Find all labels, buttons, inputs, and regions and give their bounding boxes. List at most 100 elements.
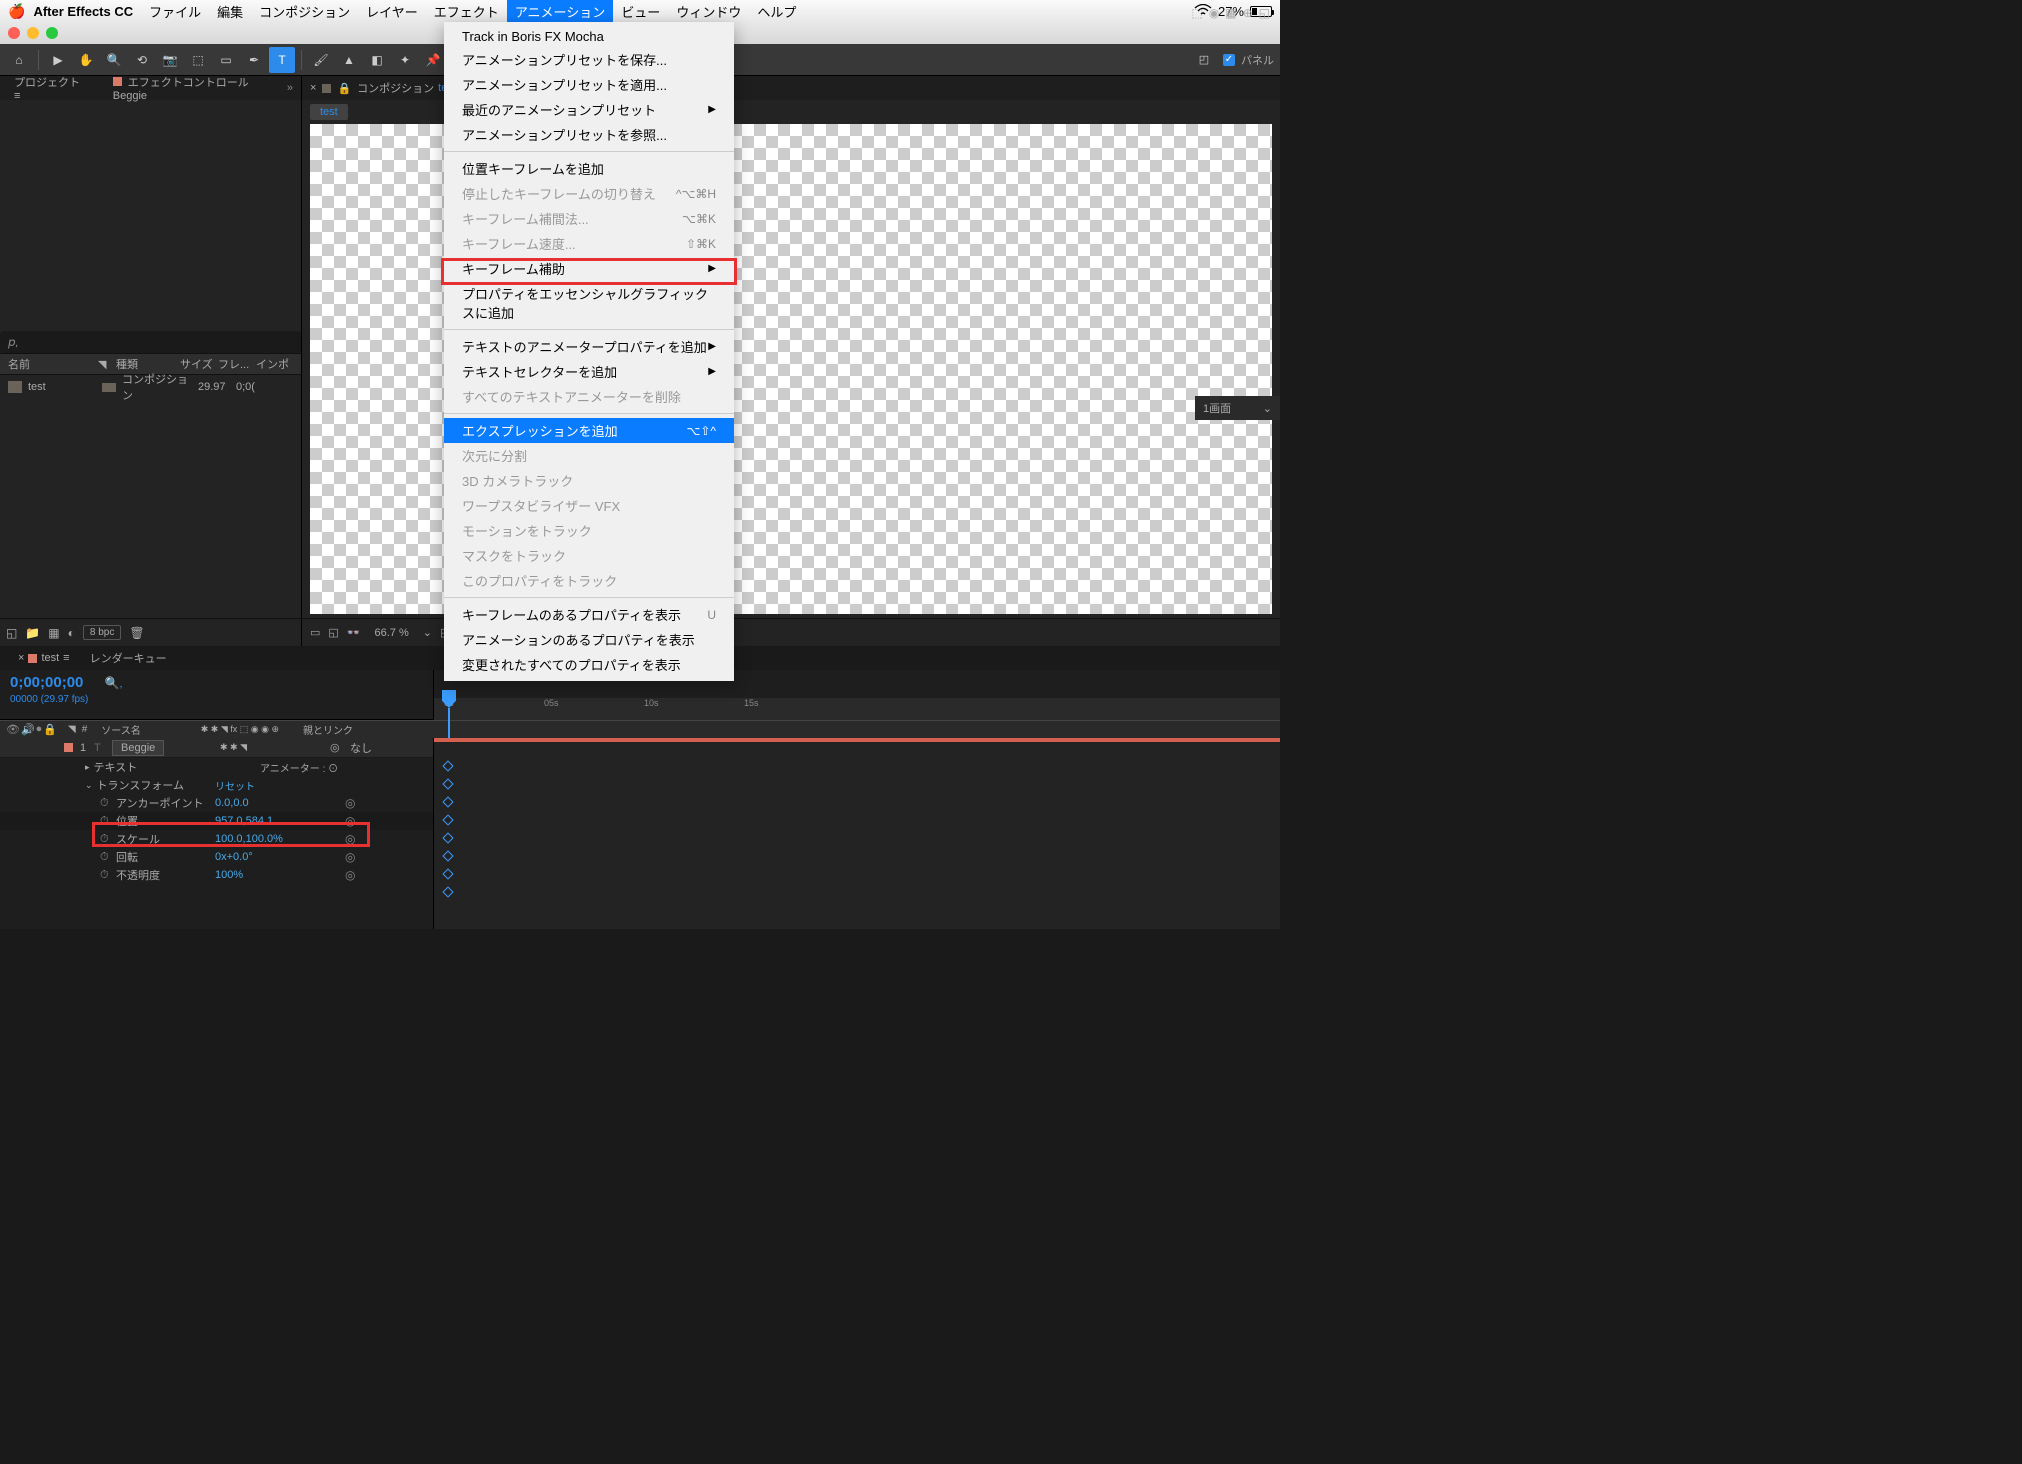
reset-button[interactable]: リセット [215,778,255,793]
minimize-button[interactable] [27,27,39,39]
tl-btn-3[interactable]: ▦ [1225,6,1236,20]
stopwatch-icon[interactable]: ⏱ [100,869,109,882]
viewer-icon-2[interactable]: ◱ [328,626,338,639]
zoom-level[interactable]: 66.7 % [369,625,415,641]
keyframe-marker[interactable] [442,778,453,789]
tl-btn-5[interactable]: ◱ [1259,6,1270,20]
pan-behind-tool-icon[interactable]: ⬚ [185,47,211,73]
dropdown-item[interactable]: Track in Boris FX Mocha [444,26,734,47]
close-button[interactable] [8,27,20,39]
parent-spiral-icon[interactable]: ◎ [330,741,340,754]
text-property-row[interactable]: ▸テキスト アニメーター : ⊙ [0,758,433,776]
view-layout-selector[interactable]: 1画面 ⌄ [1195,396,1280,420]
puppet-tool-icon[interactable]: 📌 [420,47,446,73]
dropdown-item[interactable]: アニメーションプリセットを適用... [444,72,734,97]
dropdown-item[interactable]: テキストのアニメータープロパティを追加▶ [444,334,734,359]
layer-name[interactable]: Beggie [112,740,164,756]
dropdown-item[interactable]: 最近のアニメーションプリセット▶ [444,97,734,122]
panel-menu-icon[interactable]: » [287,82,293,94]
opacity-value[interactable]: 100% [215,869,243,881]
link-spiral-icon[interactable]: ◎ [345,814,355,828]
menu-file[interactable]: ファイル [141,0,209,23]
tl-btn-2[interactable]: ◉ [1209,6,1219,20]
pen-tool-icon[interactable]: ✒ [241,47,267,73]
menu-edit[interactable]: 編集 [209,0,251,23]
project-search-input[interactable]: 𝘱‚ [0,331,301,353]
dropdown-item[interactable]: キーフレームのあるプロパティを表示U [444,602,734,627]
timeline-search-icon[interactable]: 🔍‚ [105,676,123,690]
roto-tool-icon[interactable]: ✦ [392,47,418,73]
scale-value[interactable]: 100.0,100.0% [215,833,283,845]
rotation-row[interactable]: ⏱ 回転 0x+0.0° ◎ [0,848,433,866]
mask-toggle-icon[interactable]: 👓 [347,626,361,639]
stopwatch-icon[interactable]: ⏱ [100,851,109,864]
dropdown-item[interactable]: テキストセレクターを追加▶ [444,359,734,384]
folder-icon[interactable]: 📁 [25,626,40,640]
project-tab[interactable]: プロジェクト ≡ [8,74,93,102]
parent-value[interactable]: なし [350,740,372,756]
viewer-icon-1[interactable]: ▭ [310,626,320,639]
render-queue-tab[interactable]: レンダーキュー [80,648,177,668]
text-tool-icon[interactable]: T [269,47,295,73]
maximize-button[interactable] [46,27,58,39]
menu-composition[interactable]: コンポジション [251,0,358,23]
clone-tool-icon[interactable]: ▲ [336,47,362,73]
dropdown-item[interactable]: エクスプレッションを追加⌥⇧^ [444,418,734,443]
stopwatch-icon[interactable]: ⏱ [100,833,109,846]
new-comp-icon[interactable]: ▦ [48,626,59,640]
layer-row[interactable]: 1 T Beggie ✱ ✱ ◥ ◎ なし [0,738,433,758]
parent-header[interactable]: 親とリンク [303,722,353,737]
keyframe-marker[interactable] [442,760,453,771]
dropdown-item[interactable]: 変更されたすべてのプロパティを表示 [444,652,734,677]
dropdown-item[interactable]: アニメーションのあるプロパティを表示 [444,627,734,652]
anchor-value[interactable]: 0.0,0.0 [215,797,249,809]
col-in[interactable]: インポ [256,356,289,372]
timeline-tab[interactable]: × test ≡ [8,650,80,666]
menu-layer[interactable]: レイヤー [358,0,426,23]
menu-window[interactable]: ウィンドウ [668,0,749,23]
col-size[interactable]: サイズ [180,356,218,372]
traffic-lights[interactable] [8,27,58,39]
keyframe-marker[interactable] [442,868,453,879]
layer-color[interactable] [64,743,73,752]
tl-btn-1[interactable]: ⬚ [1191,6,1202,20]
tl-btn-4[interactable]: ⊕ [1243,6,1253,20]
anchor-point-row[interactable]: ⏱ アンカーポイント 0.0,0.0 ◎ [0,794,433,812]
project-item-row[interactable]: test コンポジション 29.97 0;0( [0,375,301,399]
interpret-icon[interactable]: ◱ [6,626,17,640]
camera-tool-icon[interactable]: 📷 [157,47,183,73]
keyframe-marker[interactable] [442,886,453,897]
stopwatch-icon[interactable]: ⏱ [100,797,109,810]
home-icon[interactable]: ⌂ [6,47,32,73]
lock-icon[interactable]: 🔒 [337,82,351,95]
layer-duration-bar[interactable] [434,738,1280,742]
dropdown-item[interactable]: アニメーションプリセットを参照... [444,122,734,147]
menu-effect[interactable]: エフェクト [426,0,507,23]
timeline-tracks[interactable] [434,738,1280,929]
zoom-tool-icon[interactable]: 🔍 [101,47,127,73]
position-row[interactable]: ⏱ 位置 957.0,584.1 ◎ [0,812,433,830]
link-spiral-icon[interactable]: ◎ [345,850,355,864]
current-timecode[interactable]: 0;00;00;00 [10,674,83,691]
col-name[interactable]: 名前 [8,356,98,372]
rotation-value[interactable]: 0x+0.0° [215,851,253,863]
link-spiral-icon[interactable]: ◎ [345,868,355,882]
menu-view[interactable]: ビュー [613,0,668,23]
keyframe-marker[interactable] [442,796,453,807]
bpc-button[interactable]: 8 bpc [83,625,121,640]
rectangle-tool-icon[interactable]: ▭ [213,47,239,73]
dropdown-item[interactable]: 位置キーフレームを追加 [444,156,734,181]
close-tab-icon[interactable]: × [310,82,316,94]
orbit-tool-icon[interactable]: ⟲ [129,47,155,73]
dropdown-item[interactable]: キーフレーム補助▶ [444,256,734,281]
col-fps[interactable]: フレ... [218,356,256,372]
opacity-row[interactable]: ⏱ 不透明度 100% ◎ [0,866,433,884]
snap-icon[interactable]: ◰ [1191,47,1217,73]
menu-animation[interactable]: アニメーション [507,0,613,23]
zoom-dropdown-icon[interactable]: ⌄ [423,626,432,639]
menu-help[interactable]: ヘルプ [749,0,804,23]
keyframe-marker[interactable] [442,814,453,825]
transform-row[interactable]: ⌄トランスフォーム リセット [0,776,433,794]
link-spiral-icon[interactable]: ◎ [345,796,355,810]
time-ruler[interactable]: 0s 05s 10s 15s [434,698,1280,720]
